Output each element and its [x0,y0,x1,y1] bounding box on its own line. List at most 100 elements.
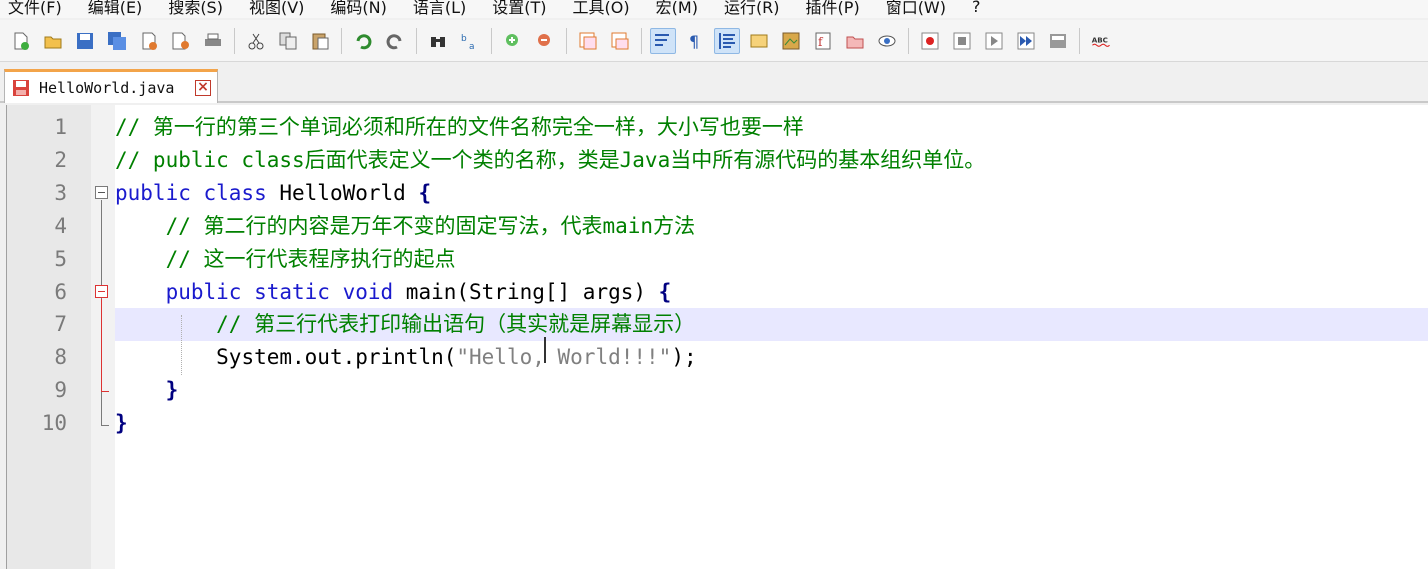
line-number: 8 [54,345,67,369]
line-number: 2 [54,148,67,172]
copy-icon[interactable] [275,28,301,54]
find-icon[interactable] [425,28,451,54]
text-cursor-icon [544,337,546,363]
print-icon[interactable] [200,28,226,54]
menu-item[interactable]: 语言(L) [413,0,466,18]
line-number: 3 [54,181,67,205]
code-line-1[interactable]: // 第一行的第三个单词必须和所在的文件名称完全一样，大小写也要一样 [115,111,804,144]
replace-icon[interactable]: ba [457,28,483,54]
line-number: 5 [54,247,67,271]
menu-item[interactable]: 窗口(W) [886,0,946,18]
class-name-token: HelloWorld [279,181,419,205]
toolbar-separator [341,27,342,54]
open-file-icon[interactable] [40,28,66,54]
svg-text:b: b [461,34,467,44]
code-line-10[interactable]: } [115,407,128,440]
brace-token: { [418,181,432,205]
indent-token [115,345,216,369]
code-line-3[interactable]: public class HelloWorld { [115,177,431,210]
cut-icon[interactable] [243,28,269,54]
code-line-6[interactable]: public static void main(String[] args) { [115,276,672,309]
record-macro-icon[interactable] [917,28,943,54]
show-all-chars-icon[interactable]: ¶ [682,28,708,54]
play-macro-icon[interactable] [981,28,1007,54]
svg-text:a: a [469,42,475,51]
paste-icon[interactable] [307,28,333,54]
menu-item[interactable]: 编码(N) [330,0,386,18]
save-all-icon[interactable] [104,28,130,54]
sync-vertical-icon[interactable] [575,28,601,54]
menu-item[interactable]: 运行(R) [724,0,780,18]
close-tab-icon[interactable]: × [195,80,211,96]
line-number: 9 [54,378,67,402]
zoom-in-icon[interactable] [500,28,526,54]
menu-item[interactable]: 设置(T) [492,0,546,18]
menu-item[interactable]: 视图(V) [249,0,304,18]
code-line-4[interactable]: // 第二行的内容是万年不变的固定写法，代表main方法 [115,210,696,243]
function-list-icon[interactable]: f [810,28,836,54]
save-icon[interactable] [72,28,98,54]
tab-label: HelloWorld.java [39,78,175,97]
monitor-icon[interactable] [874,28,900,54]
zoom-out-icon[interactable] [532,28,558,54]
line-number: 7 [54,312,67,336]
toolbar-separator [491,27,492,54]
word-wrap-icon[interactable] [650,27,676,54]
spell-check-icon[interactable]: ABC [1088,28,1114,54]
doc-map-icon[interactable] [778,28,804,54]
indent-token [115,378,166,402]
toolbar-separator [234,27,235,54]
menu-item[interactable]: 编辑(E) [88,0,143,18]
sync-horizontal-icon[interactable] [607,28,633,54]
line-number: 1 [54,115,67,139]
code-line-9[interactable]: } [115,374,179,407]
menu-item[interactable]: 工具(O) [573,0,630,18]
close-icon[interactable] [136,28,162,54]
svg-text:¶: ¶ [689,32,699,51]
new-file-icon[interactable] [8,28,34,54]
unsaved-file-icon [13,79,29,96]
brace-token: } [115,411,128,435]
toolbar-separator [1079,27,1080,54]
menu-item[interactable]: 宏(M) [656,0,698,18]
fold-line-active [101,299,102,391]
toolbar-separator [908,27,909,54]
toolbar-separator [566,27,567,54]
undo-icon[interactable] [350,28,376,54]
keyword-token: public class [115,181,280,205]
brace-token: { [658,280,672,304]
tab-bar: HelloWorld.java × [0,63,1428,103]
code-line-8[interactable]: System.out.println("Hello, World!!!"); [115,341,696,374]
keyword-token: public static void [165,280,406,304]
fold-end-mark-active [101,391,109,392]
call-token: System.out.println( [216,345,457,369]
line-number: 4 [54,214,67,238]
menu-bar: 文件(F) 编辑(E) 搜索(S) 视图(V) 编码(N) 语言(L) 设置(T) 工具(O)… [0,0,1428,18]
fold-method-icon[interactable] [95,285,108,298]
code-line-2[interactable]: // public class后面代表定义一个类的名称，类是Java当中所有源代… [115,144,985,177]
brace-token: } [165,378,179,402]
fold-class-icon[interactable] [95,186,108,199]
code-line-5[interactable]: // 这一行代表程序执行的起点 [115,243,456,276]
line-number: 10 [41,411,67,435]
toolbar-separator [416,27,417,54]
line-number-gutter: 1 2 3 4 5 6 7 8 9 10 [7,105,91,569]
menu-item[interactable]: 文件(F) [8,0,62,18]
indent-guide-icon[interactable] [714,27,740,54]
folder-workspace-icon[interactable] [842,28,868,54]
redo-icon[interactable] [382,28,408,54]
save-macro-icon[interactable] [1045,28,1071,54]
indent-token [115,280,166,304]
user-lang-icon[interactable] [746,28,772,54]
menu-item[interactable]: ? [972,0,981,16]
close-all-icon[interactable] [168,28,194,54]
code-editor[interactable]: 1 2 3 4 5 6 7 8 9 10 // 第一行的第三个单词必须和所在的文… [6,105,1428,569]
method-signature-token: main(String[] args) [405,280,659,304]
code-line-7[interactable]: // 第三行代表打印输出语句（其实就是屏幕显示） [115,308,695,341]
run-macro-multiple-icon[interactable] [1013,28,1039,54]
menu-item[interactable]: 搜索(S) [168,0,223,18]
menu-item[interactable]: 插件(P) [806,0,860,18]
tab-helloworld-java[interactable]: HelloWorld.java × [4,69,218,103]
stop-record-icon[interactable] [949,28,975,54]
toolbar: ba ¶ f ABC [0,20,1428,62]
